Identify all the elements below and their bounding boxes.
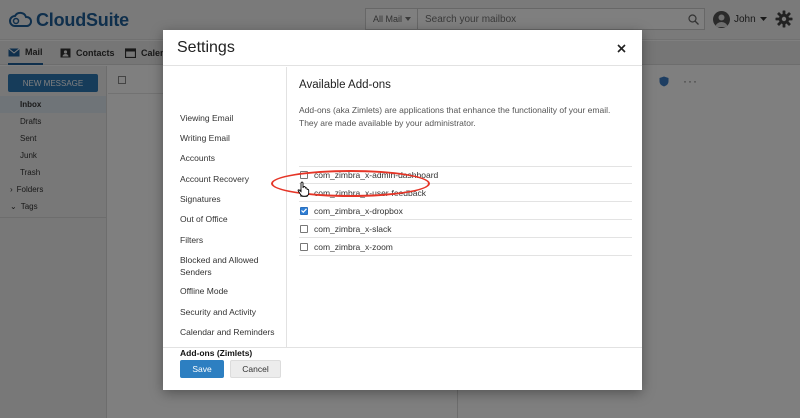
settings-nav-signatures[interactable]: Signatures [180, 193, 280, 205]
addon-checkbox[interactable] [300, 171, 308, 179]
close-icon [616, 43, 626, 53]
close-button[interactable] [614, 41, 628, 55]
settings-nav-blocked-allowed-senders[interactable]: Blocked and Allowed Senders [180, 254, 270, 278]
addon-label: com_zimbra_x-dropbox [314, 205, 403, 216]
addons-panel: Available Add-ons Add-ons (aka Zimlets) … [287, 67, 642, 347]
settings-nav-accounts[interactable]: Accounts [180, 152, 280, 164]
settings-nav-out-of-office[interactable]: Out of Office [180, 213, 280, 225]
settings-nav-filters[interactable]: Filters [180, 234, 280, 246]
addon-row[interactable]: com_zimbra_x-admin-dashboard [299, 166, 632, 184]
addon-label: com_zimbra_x-slack [314, 223, 392, 234]
settings-nav-offline-mode[interactable]: Offline Mode [180, 285, 280, 297]
addon-checkbox[interactable] [300, 224, 308, 233]
addons-title: Available Add-ons [299, 79, 391, 91]
addons-description: Add-ons (aka Zimlets) are applications t… [299, 105, 611, 128]
settings-nav-account-recovery[interactable]: Account Recovery [180, 173, 280, 185]
settings-nav-writing-email[interactable]: Writing Email [180, 132, 280, 144]
addon-row[interactable]: com_zimbra_x-dropbox [299, 202, 632, 220]
addon-row[interactable]: com_zimbra_x-zoom [299, 238, 632, 256]
save-button[interactable]: Save [180, 360, 224, 378]
addon-row[interactable]: com_zimbra_x-user-feedback [299, 184, 632, 202]
dialog-title: Settings [177, 39, 235, 56]
dialog-footer: Save Cancel [163, 347, 642, 390]
addon-label: com_zimbra_x-admin-dashboard [314, 170, 439, 180]
settings-nav: Viewing Email Writing Email Accounts Acc… [163, 67, 287, 358]
addon-label: com_zimbra_x-zoom [314, 241, 393, 252]
settings-nav-security-activity[interactable]: Security and Activity [180, 306, 280, 318]
settings-nav-calendar-reminders[interactable]: Calendar and Reminders [180, 326, 280, 338]
cancel-button[interactable]: Cancel [230, 360, 281, 378]
settings-dialog: Settings Viewing Email Writing Email Acc… [163, 30, 642, 390]
addon-checkbox[interactable] [300, 242, 308, 251]
settings-nav-viewing-email[interactable]: Viewing Email [180, 112, 280, 124]
addon-label: com_zimbra_x-user-feedback [314, 187, 426, 198]
addon-checkbox[interactable] [300, 188, 308, 197]
addon-row[interactable]: com_zimbra_x-slack [299, 220, 632, 238]
addon-checkbox-checked[interactable] [300, 206, 308, 215]
dialog-header: Settings [163, 30, 642, 66]
checkmark-icon [301, 208, 307, 213]
